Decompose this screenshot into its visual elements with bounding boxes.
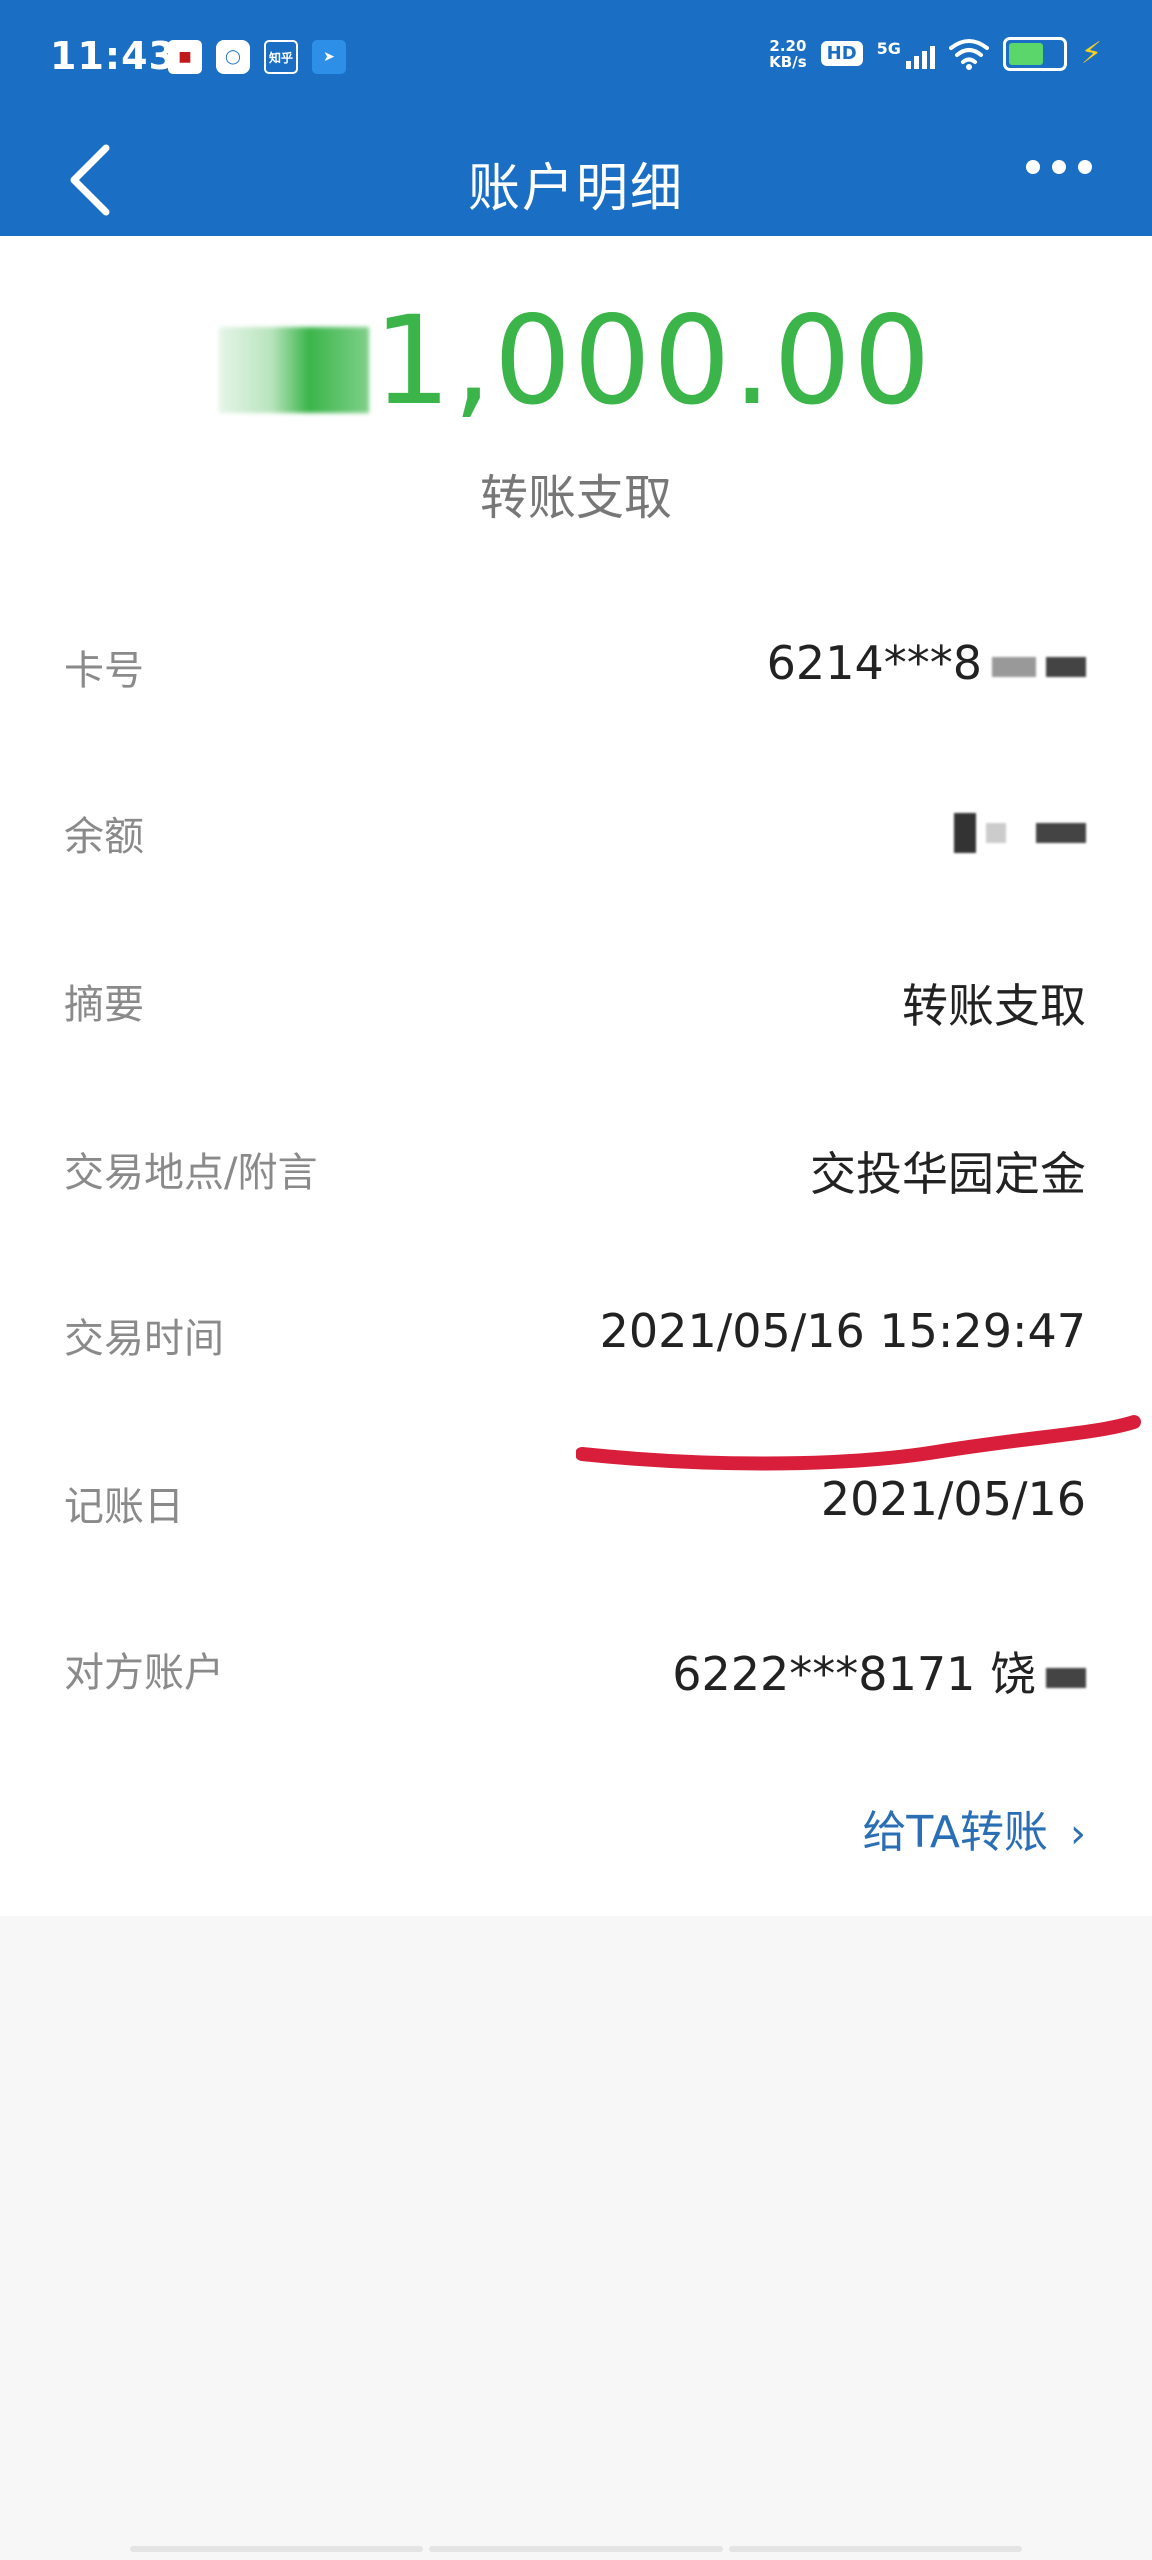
signal-icon: 5G <box>877 39 935 69</box>
detail-row-time: 交易时间 2021/05/16 15:29:47 <box>64 1304 1086 1362</box>
status-bar: 11:43 ■ ◯ 知乎 ➤ 2.20 KB/s HD 5G ⚡ <box>0 0 1152 120</box>
detail-row-location: 交易地点/附言 交投华园定金 <box>64 1147 1086 1201</box>
wifi-icon <box>948 38 989 70</box>
notification-icons: ■ ◯ 知乎 ➤ <box>168 40 346 74</box>
battery-icon <box>1002 36 1067 71</box>
bottom-gesture-hint <box>130 2546 1022 2552</box>
network-speed: 2.20 KB/s <box>769 36 807 71</box>
location-arrow-icon: ➤ <box>312 40 346 74</box>
app-red-icon: ■ <box>168 40 202 74</box>
transaction-type: 转账支取 <box>479 470 672 526</box>
charging-icon: ⚡ <box>1080 36 1102 71</box>
transfer-to-them-link[interactable]: 给TA转账 › <box>862 1796 1086 1860</box>
chat-icon: ◯ <box>216 40 250 74</box>
detail-row-summary: 摘要 转账支取 <box>64 979 1086 1033</box>
transaction-detail-card: 1,000.00 转账支取 卡号 6214***8 余额 摘要 转账支取 交易地… <box>0 236 1152 1916</box>
nav-bar: 账户明细 <box>0 120 1152 236</box>
transaction-amount: 1,000.00 <box>0 290 1152 432</box>
detail-row-card-number: 卡号 6214***8 <box>0 620 1152 720</box>
red-underline-annotation <box>576 1415 1141 1471</box>
page-title: 账户明细 <box>467 159 684 219</box>
system-indicators: 2.20 KB/s HD 5G ⚡ <box>769 36 1102 71</box>
status-time: 11:43 <box>50 34 176 78</box>
chevron-right-icon: › <box>1070 1811 1086 1857</box>
amount-redaction <box>219 326 370 413</box>
more-icon[interactable] <box>1026 160 1092 174</box>
zhihu-icon: 知乎 <box>264 40 298 74</box>
hd-icon: HD <box>820 41 863 66</box>
detail-row-counterparty: 对方账户 6222***8171 饶 <box>0 1622 1152 1722</box>
header: 11:43 ■ ◯ 知乎 ➤ 2.20 KB/s HD 5G ⚡ 账户明细 <box>0 0 1152 236</box>
detail-row-balance: 余额 <box>0 786 1152 886</box>
